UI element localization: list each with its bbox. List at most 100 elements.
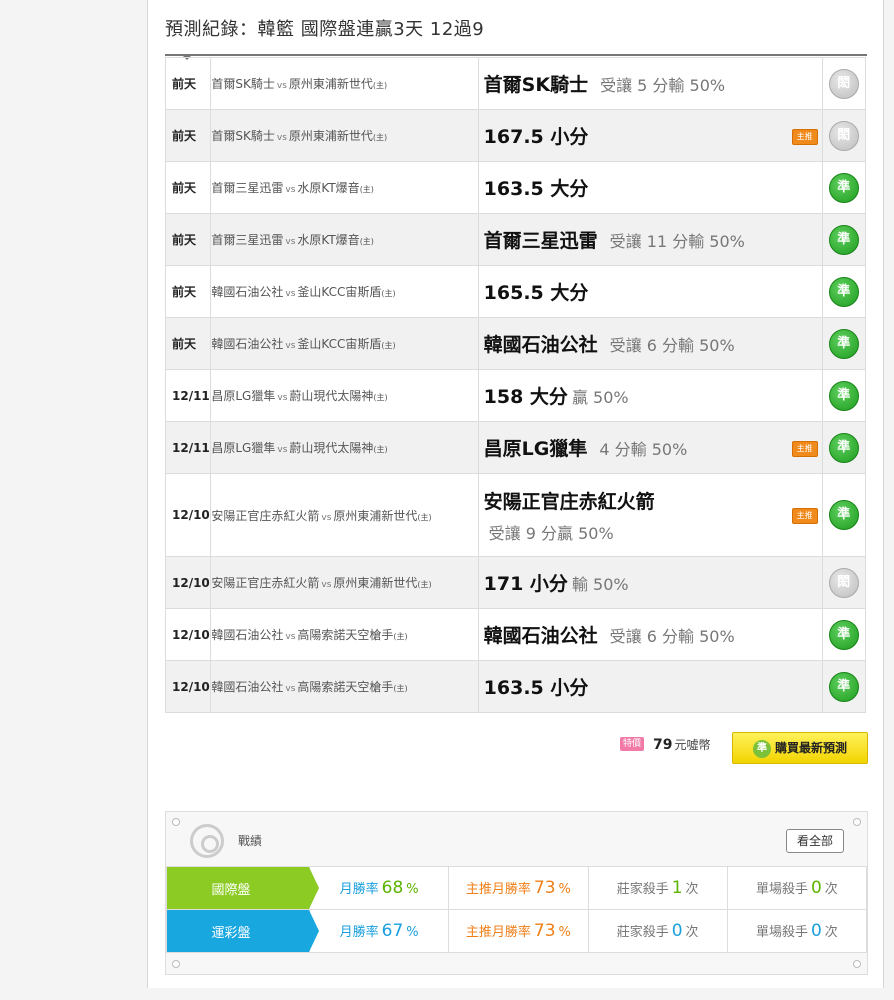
pick-text: 165.5 大分 bbox=[483, 282, 589, 304]
buy-bar: 特價 79 元噓幣 準購買最新預測 bbox=[620, 732, 868, 764]
pick-text: 167.5 小分 bbox=[483, 126, 589, 148]
host-marker: (主) bbox=[393, 684, 408, 693]
performance-table: 國際盤 月勝率 68% 主推月勝率 73% 莊家殺手 1 次單場殺手 0 次運彩盤 月勝率 67% 主推… bbox=[166, 866, 868, 953]
prediction-pick: 171 小分輸 50% bbox=[477, 556, 823, 609]
buy-latest-prediction-button[interactable]: 準購買最新預測 bbox=[732, 732, 868, 764]
home-team: 首爾三星迅雷 bbox=[211, 181, 284, 195]
record-row: 前天 首爾SK騎士 vs 原州東浦新世代(主) 首爾SK騎士 受讓 5 分輸 50% 閎 bbox=[164, 57, 867, 110]
page-title: 預測紀錄：韓籃 國際盤連贏3天 12過9 bbox=[165, 14, 867, 56]
result-win-icon: 準 bbox=[828, 619, 859, 650]
record-date: 前天 bbox=[164, 265, 212, 318]
record-date: 前天 bbox=[164, 161, 212, 214]
main-pick-win-rate: 主推月勝率 73% bbox=[448, 866, 589, 910]
result-cell: 準 bbox=[821, 161, 867, 214]
away-team: 釜山KCC宙斯盾 bbox=[297, 285, 382, 299]
match-teams: 安陽正官庄赤紅火箭 vs 原州東浦新世代(主) bbox=[210, 473, 479, 557]
host-marker: (主) bbox=[417, 580, 432, 589]
home-team: 韓國石油公社 bbox=[211, 285, 284, 299]
result-win-icon: 準 bbox=[828, 224, 859, 255]
record-date: 前天 bbox=[164, 109, 212, 162]
away-team: 水原KT爆音 bbox=[297, 233, 360, 247]
result-cell: 準 bbox=[821, 608, 867, 661]
price: 79 元噓幣 bbox=[653, 737, 711, 753]
away-team: 高陽索諾天空槍手 bbox=[297, 680, 394, 694]
host-marker: (主) bbox=[359, 185, 374, 194]
prediction-pick: 163.5 小分 bbox=[477, 660, 823, 713]
pick-text: 171 小分 bbox=[483, 573, 568, 595]
match-teams: 昌原LG獵隼 vs 蔚山現代太陽神(主) bbox=[210, 369, 479, 422]
vs-label: vs bbox=[276, 133, 287, 143]
home-team: 韓國石油公社 bbox=[211, 680, 284, 694]
match-teams: 韓國石油公社 vs 釜山KCC宙斯盾(主) bbox=[210, 265, 479, 318]
vs-label: vs bbox=[285, 684, 296, 694]
record-row: 前天 首爾SK騎士 vs 原州東浦新世代(主) 167.5 小分 主推閎 bbox=[164, 109, 867, 162]
corner-dot bbox=[853, 960, 861, 968]
result-cell: 準 bbox=[821, 265, 867, 318]
match-teams: 安陽正官庄赤紅火箭 vs 原州東浦新世代(主) bbox=[210, 556, 479, 609]
result-cell: 準 bbox=[821, 317, 867, 370]
pick-detail: 受讓 11 分輸 50% bbox=[609, 232, 745, 251]
banker-killer: 莊家殺手 1 次 bbox=[587, 866, 728, 910]
pick-text: 昌原LG獵隼 bbox=[483, 438, 588, 460]
match-teams: 韓國石油公社 vs 高陽索諾天空槍手(主) bbox=[210, 660, 479, 713]
main-pick-badge: 主推 bbox=[791, 508, 818, 524]
pick-text: 首爾三星迅雷 bbox=[483, 230, 598, 252]
prediction-pick: 昌原LG獵隼 4 分輸 50% 主推 bbox=[477, 421, 823, 474]
record-date: 12/10 bbox=[164, 473, 212, 557]
view-all-button[interactable]: 看全部 bbox=[786, 829, 844, 853]
vs-label: vs bbox=[321, 512, 332, 523]
result-cell: 準 bbox=[821, 660, 867, 713]
home-team: 昌原LG獵隼 bbox=[211, 389, 276, 403]
pick-detail: 受讓 5 分輸 50% bbox=[600, 76, 726, 95]
record-date: 12/10 bbox=[164, 608, 212, 661]
home-team: 首爾三星迅雷 bbox=[211, 233, 284, 247]
record-date: 12/11 bbox=[164, 421, 212, 474]
record-row: 前天 首爾三星迅雷 vs 水原KT爆音(主) 首爾三星迅雷 受讓 11 分輸 50% 準 bbox=[164, 213, 867, 266]
host-marker: (主) bbox=[393, 632, 408, 641]
away-team: 原州東浦新世代 bbox=[288, 129, 373, 143]
result-push-icon: 閎 bbox=[828, 68, 859, 99]
pick-text: 163.5 大分 bbox=[483, 178, 589, 200]
record-row: 前天 韓國石油公社 vs 釜山KCC宙斯盾(主) 165.5 大分 準 bbox=[164, 265, 867, 318]
host-marker: (主) bbox=[372, 81, 388, 90]
performance-row: 國際盤 月勝率 68% 主推月勝率 73% 莊家殺手 1 次單場殺手 0 次 bbox=[166, 866, 868, 910]
record-date: 12/11 bbox=[164, 369, 212, 422]
prediction-pick: 165.5 大分 bbox=[477, 265, 823, 318]
match-teams: 首爾三星迅雷 vs 水原KT爆音(主) bbox=[210, 213, 479, 266]
away-team: 蔚山現代太陽神 bbox=[289, 389, 374, 403]
vs-label: vs bbox=[276, 81, 287, 91]
single-game-killer: 單場殺手 0 次 bbox=[726, 866, 868, 910]
host-marker: (主) bbox=[417, 512, 432, 522]
result-win-icon: 準 bbox=[828, 172, 859, 203]
home-team: 韓國石油公社 bbox=[211, 337, 284, 351]
away-team: 原州東浦新世代 bbox=[288, 77, 373, 91]
away-team: 水原KT爆音 bbox=[297, 181, 360, 195]
prediction-pick: 韓國石油公社 受讓 6 分輸 50% bbox=[477, 608, 823, 661]
record-date: 12/10 bbox=[164, 556, 212, 609]
record-row: 12/10 安陽正官庄赤紅火箭 vs 原州東浦新世代(主) 171 小分輸 50% 閎 bbox=[164, 556, 867, 609]
record-row: 12/11 昌原LG獵隼 vs 蔚山現代太陽神(主) 昌原LG獵隼 4 分輸 50% 主推準 bbox=[164, 421, 867, 474]
main-pick-badge: 主推 bbox=[791, 440, 818, 457]
corner-dot bbox=[853, 818, 861, 826]
result-win-icon: 準 bbox=[828, 380, 859, 411]
host-marker: (主) bbox=[373, 393, 388, 402]
match-teams: 首爾SK騎士 vs 原州東浦新世代(主) bbox=[210, 109, 479, 162]
result-cell: 閎 bbox=[821, 109, 867, 162]
away-team: 釜山KCC宙斯盾 bbox=[297, 337, 382, 351]
result-cell: 閎 bbox=[821, 57, 867, 110]
pick-detail: 贏 50% bbox=[571, 388, 629, 407]
record-row: 12/10 韓國石油公社 vs 高陽索諾天空槍手(主) 韓國石油公社 受讓 6 分輸 50… bbox=[164, 608, 867, 661]
host-marker: (主) bbox=[359, 237, 374, 246]
pick-text: 安陽正官庄赤紅火箭 bbox=[483, 490, 655, 513]
home-team: 韓國石油公社 bbox=[211, 628, 284, 642]
vs-label: vs bbox=[277, 445, 288, 455]
result-cell: 閎 bbox=[821, 556, 867, 609]
market-label: 國際盤 bbox=[166, 866, 320, 910]
pick-detail: 受讓 9 分贏 50% bbox=[488, 523, 614, 543]
pick-text: 163.5 小分 bbox=[483, 677, 589, 699]
record-row: 前天 首爾三星迅雷 vs 水原KT爆音(主) 163.5 大分準 bbox=[164, 161, 867, 214]
prediction-pick: 韓國石油公社 受讓 6 分輸 50% bbox=[477, 317, 823, 370]
market-label: 運彩盤 bbox=[166, 909, 320, 953]
prediction-pick: 首爾三星迅雷 受讓 11 分輸 50% bbox=[477, 213, 823, 266]
prediction-pick: 167.5 小分 主推 bbox=[477, 109, 823, 162]
